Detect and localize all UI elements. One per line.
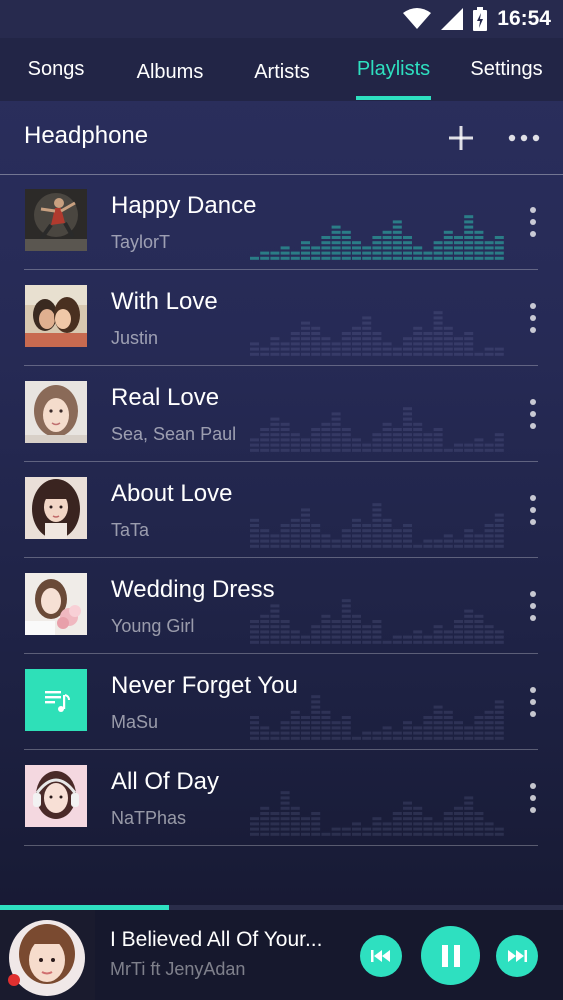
tab-albums[interactable]: Albums [122,41,218,104]
equalizer-visualizer [250,311,504,356]
tab-settings[interactable]: Settings [460,38,553,101]
row-divider [24,845,538,846]
equalizer-visualizer [250,407,504,452]
playlist-title: Headphone [24,122,149,149]
more-vertical-icon[interactable] [521,492,545,528]
song-title: All Of Day [111,768,220,795]
song-artist: Justin [111,328,159,348]
now-playing-title: I Believed All Of Your... [110,928,323,951]
album-art [25,669,87,731]
song-artist: TaTa [111,520,150,540]
previous-icon [371,950,390,962]
next-button[interactable] [496,935,538,977]
previous-button[interactable] [360,935,402,977]
album-art [25,477,87,539]
more-vertical-icon[interactable] [521,204,545,240]
equalizer-visualizer [250,215,504,260]
tab-artists[interactable]: Artists [238,41,326,104]
next-icon [508,950,527,962]
song-artist: TaylorT [111,232,171,252]
active-tab-indicator [356,96,431,100]
equalizer-visualizer [250,503,504,548]
album-art [25,285,87,347]
song-artist: MaSu [111,712,159,732]
equalizer-visualizer [250,791,504,836]
album-art [25,765,87,827]
tab-bar: Songs Albums Artists Playlists Settings [0,38,563,101]
album-art [25,381,87,443]
song-title: Happy Dance [111,192,257,219]
more-vertical-icon[interactable] [521,780,545,816]
album-art [25,573,87,635]
song-title: About Love [111,480,233,507]
more-vertical-icon[interactable] [521,588,545,624]
more-vertical-icon[interactable] [521,396,545,432]
status-icons: 16:54 [403,6,551,32]
more-horizontal-icon[interactable] [506,123,542,153]
equalizer-visualizer [250,695,504,740]
plus-icon[interactable] [446,123,476,153]
now-playing-artist: MrTi ft JenyAdan [110,959,246,979]
status-bar: 16:54 [0,0,563,38]
status-time: 16:54 [497,7,551,30]
song-artist: Young Girl [111,616,195,636]
battery-charging-icon [473,7,488,31]
pause-button[interactable] [421,926,480,985]
wifi-icon [403,8,432,29]
music-note-icon [45,691,70,712]
pause-icon [441,944,460,967]
signal-icon [441,8,464,30]
song-artist: Sea, Sean Paul [111,424,237,444]
list-item[interactable]: About Love TaTa [0,462,563,558]
album-art [25,189,87,251]
song-artist: NaTPhas [111,808,187,828]
list-item[interactable]: All Of Day NaTPhas [0,750,563,846]
equalizer-visualizer [250,599,504,644]
more-vertical-icon[interactable] [521,300,545,336]
song-title: Real Love [111,384,220,411]
tab-songs[interactable]: Songs [14,38,98,101]
list-item[interactable]: Happy Dance TaylorT [0,174,563,270]
now-playing-cover[interactable] [0,910,95,1000]
playlist-header: Headphone [0,101,563,175]
list-item[interactable]: Wedding Dress Young Girl [0,558,563,654]
list-item[interactable]: With Love Justin [0,270,563,366]
more-vertical-icon[interactable] [521,684,545,720]
tab-playlists[interactable]: Playlists [346,38,441,101]
list-item[interactable]: Never Forget You MaSu [0,654,563,750]
list-item[interactable]: Real Love Sea, Sean Paul [0,366,563,462]
song-title: With Love [111,288,218,315]
